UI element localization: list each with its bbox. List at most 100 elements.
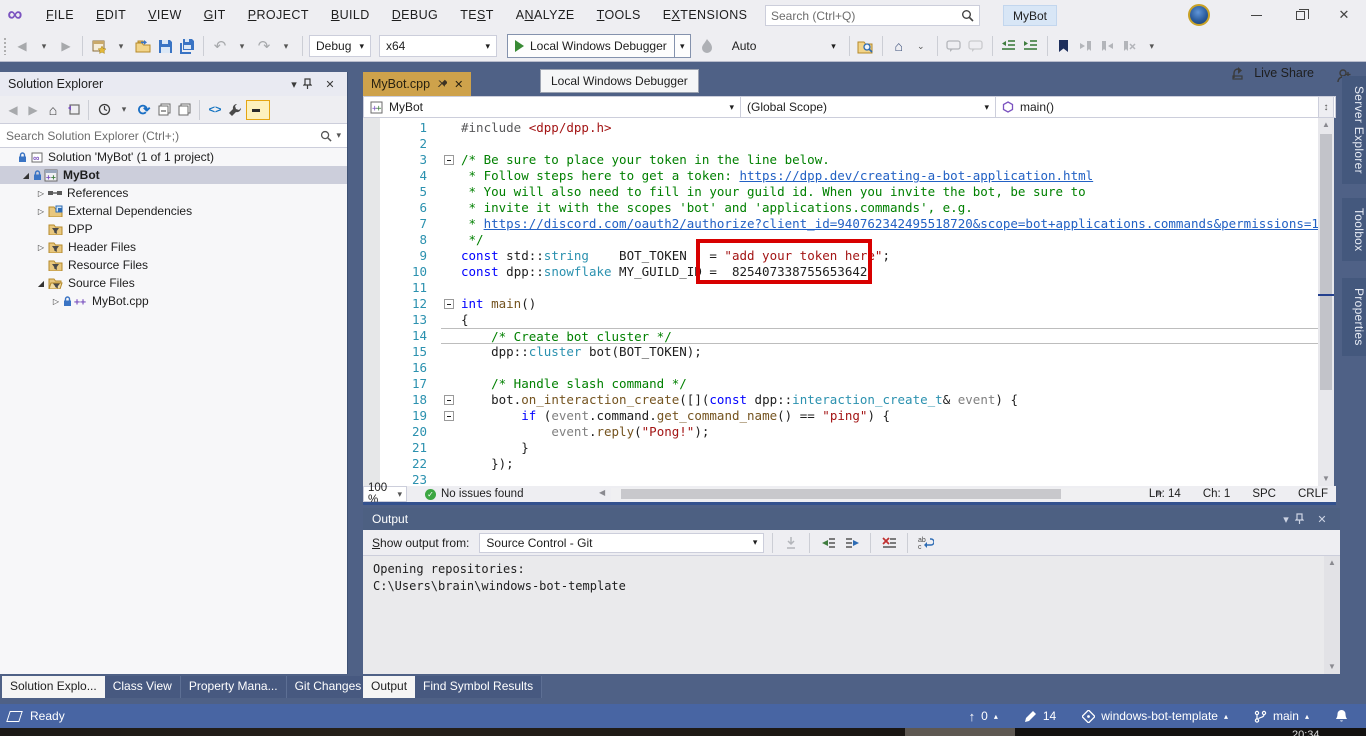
redo-icon[interactable]: ↷	[254, 34, 274, 58]
menu-git[interactable]: GIT	[194, 0, 236, 30]
push-count[interactable]: ↑ 0 ▴	[969, 709, 998, 724]
tree-collapsed-icon[interactable]: ▷	[34, 207, 48, 216]
fold-collapse-icon[interactable]	[441, 408, 461, 424]
pin-icon[interactable]	[1295, 513, 1313, 525]
pin-icon[interactable]	[303, 78, 321, 90]
decrease-indent-icon[interactable]	[999, 34, 1019, 58]
toolbar-overflow-icon[interactable]: ▾	[1142, 34, 1162, 58]
tab-pin-icon[interactable]	[437, 79, 447, 89]
solution-explorer-header[interactable]: Solution Explorer ▾ ✕	[0, 72, 347, 96]
code-line-15[interactable]: 15 dpp::cluster bot(BOT_TOKEN);	[380, 344, 1318, 360]
menu-view[interactable]: VIEW	[138, 0, 192, 30]
fold-collapse-icon[interactable]	[441, 152, 461, 168]
horizontal-scrollbar-thumb[interactable]	[621, 489, 1061, 499]
window-position-icon[interactable]: ▾	[1277, 513, 1295, 526]
toggle-bookmark-icon[interactable]	[1054, 34, 1074, 58]
menu-extensions[interactable]: EXTENSIONS	[653, 0, 758, 30]
start-debugging-button[interactable]: Local Windows Debugger ▾	[507, 34, 691, 58]
code-line-16[interactable]: 16	[380, 360, 1318, 376]
comment-out-icon[interactable]	[944, 34, 964, 58]
tab-git-changes[interactable]: Git Changes	[287, 676, 371, 698]
code-line-7[interactable]: 7 * https://discord.com/oauth2/authorize…	[380, 216, 1318, 232]
uncomment-icon[interactable]	[966, 34, 986, 58]
menu-analyze[interactable]: ANALYZE	[506, 0, 585, 30]
undo-dropdown-icon[interactable]: ▾	[232, 34, 252, 58]
background-tasks-icon[interactable]	[6, 711, 23, 722]
platform-dropdown[interactable]: x64▾	[379, 35, 497, 57]
solution-badge[interactable]: MyBot	[1003, 5, 1057, 26]
navigate-home-dropdown-icon[interactable]: ⌄	[911, 34, 931, 58]
filter-dropdown-icon[interactable]: ▾	[115, 98, 133, 122]
tree-item-mybot[interactable]: ◢++MyBot	[0, 166, 347, 184]
code-line-12[interactable]: 12int main()	[380, 296, 1318, 312]
zoom-level-dropdown[interactable]: 100 %▾	[363, 486, 407, 502]
close-button[interactable]: ✕	[1322, 0, 1366, 30]
menu-project[interactable]: PROJECT	[238, 0, 319, 30]
code-line-2[interactable]: 2	[380, 136, 1318, 152]
code-line-21[interactable]: 21 }	[380, 440, 1318, 456]
tab-close-icon[interactable]: ✕	[454, 78, 463, 91]
refresh-icon[interactable]: ⟳	[135, 98, 153, 122]
hscroll-left-icon[interactable]: ◀	[599, 488, 605, 497]
window-position-icon[interactable]: ▾	[285, 78, 303, 91]
menu-tools[interactable]: TOOLS	[587, 0, 651, 30]
nav-scope-dropdown[interactable]: (Global Scope) ▾	[741, 97, 996, 117]
tree-collapsed-icon[interactable]: ▷	[34, 243, 48, 252]
se-forward-icon[interactable]: ▶	[24, 98, 42, 122]
switch-views-icon[interactable]	[64, 98, 82, 122]
horizontal-scrollbar[interactable]	[611, 488, 1151, 500]
close-icon[interactable]: ✕	[321, 78, 339, 91]
space-mode-indicator[interactable]: SPC	[1252, 488, 1276, 500]
find-in-files-icon[interactable]	[856, 34, 876, 58]
code-line-20[interactable]: 20 event.reply("Pong!");	[380, 424, 1318, 440]
tree-item-solution-mybot-1-of-1-project[interactable]: ∞Solution 'MyBot' (1 of 1 project)	[0, 148, 347, 166]
code-line-19[interactable]: 19 if (event.command.get_command_name() …	[380, 408, 1318, 424]
menu-edit[interactable]: EDIT	[86, 0, 136, 30]
eol-indicator[interactable]: CRLF	[1298, 488, 1328, 500]
nav-member-dropdown[interactable]: main() ▾	[996, 97, 1335, 117]
hot-reload-icon[interactable]	[697, 34, 717, 58]
user-avatar[interactable]	[1188, 4, 1210, 26]
output-source-dropdown[interactable]: Source Control - Git▾	[479, 533, 764, 553]
menu-debug[interactable]: DEBUG	[382, 0, 448, 30]
tab-output[interactable]: Output	[363, 676, 415, 698]
new-project-icon[interactable]	[89, 34, 109, 58]
code-line-22[interactable]: 22 });	[380, 456, 1318, 472]
code-line-4[interactable]: 4 * Follow steps here to get a token: ht…	[380, 168, 1318, 184]
code-line-6[interactable]: 6 * invite it with the scopes 'bot' and …	[380, 200, 1318, 216]
save-icon[interactable]	[155, 34, 175, 58]
save-all-icon[interactable]	[177, 34, 197, 58]
preview-selected-items-toggle[interactable]	[246, 100, 270, 120]
properties-icon[interactable]	[226, 98, 244, 122]
side-tab-properties[interactable]: Properties	[1342, 278, 1366, 356]
fold-collapse-icon[interactable]	[441, 392, 461, 408]
nav-project-dropdown[interactable]: ++ MyBot ▾	[364, 97, 741, 117]
tree-expanded-icon[interactable]: ◢	[34, 279, 48, 288]
code-line-17[interactable]: 17 /* Handle slash command */	[380, 376, 1318, 392]
tree-item-dpp[interactable]: DPP	[0, 220, 347, 238]
scroll-down-icon[interactable]: ▼	[1324, 660, 1340, 674]
code-line-1[interactable]: 1#include <dpp/dpp.h>	[380, 120, 1318, 136]
se-home-icon[interactable]: ⌂	[44, 98, 62, 122]
previous-message-icon[interactable]	[818, 531, 838, 555]
start-debugging-dropdown-icon[interactable]: ▾	[674, 35, 690, 57]
collapse-all-icon[interactable]	[155, 98, 173, 122]
tab-find-symbol-results[interactable]: Find Symbol Results	[415, 676, 542, 698]
tree-collapsed-icon[interactable]: ▷	[49, 297, 63, 306]
new-project-dropdown-icon[interactable]: ▾	[111, 34, 131, 58]
quick-search-input[interactable]: Search (Ctrl+Q)	[765, 5, 980, 26]
repository-selector[interactable]: windows-bot-template ▴	[1082, 709, 1228, 723]
issues-indicator[interactable]: ✓ No issues found	[425, 486, 523, 502]
scroll-up-icon[interactable]: ▲	[1318, 118, 1334, 132]
next-message-icon[interactable]	[842, 531, 862, 555]
vertical-scrollbar-thumb[interactable]	[1320, 134, 1332, 390]
undo-icon[interactable]: ↶	[210, 34, 230, 58]
previous-bookmark-icon[interactable]	[1076, 34, 1096, 58]
code-line-13[interactable]: 13{	[380, 312, 1318, 328]
tree-item-resource-files[interactable]: Resource Files	[0, 256, 347, 274]
clear-bookmarks-icon[interactable]	[1120, 34, 1140, 58]
next-bookmark-icon[interactable]	[1098, 34, 1118, 58]
navigate-home-icon[interactable]: ⌂	[889, 34, 909, 58]
toolbar-grip[interactable]	[3, 37, 7, 55]
navigate-forward-icon[interactable]: ▶	[56, 34, 76, 58]
